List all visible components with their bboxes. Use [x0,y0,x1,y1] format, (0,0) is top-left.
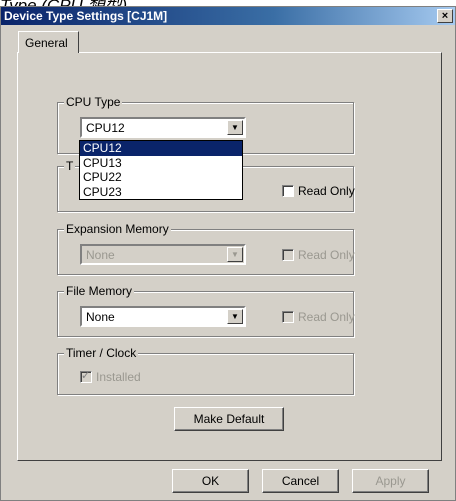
file-memory-group: File Memory None ▼ Read Only [57,284,355,337]
file-memory-value: None [86,310,115,324]
file-memory-legend: File Memory [64,284,135,298]
tab-general-label: General [25,36,68,50]
file-read-only-label: Read Only [298,310,355,324]
cancel-button[interactable]: Cancel [262,469,339,493]
program-memory-legend: T [64,159,76,173]
expansion-memory-value: None [86,248,115,262]
expansion-read-only-checkbox[interactable] [282,249,294,261]
file-read-only-checkbox[interactable] [282,311,294,323]
file-memory-select[interactable]: None ▼ [80,306,246,327]
cpu-option[interactable]: CPU22 [80,170,242,185]
cpu-type-dropdown-list: CPU12 CPU13 CPU22 CPU23 [79,140,243,200]
apply-button[interactable]: Apply [352,469,429,493]
close-icon: × [441,10,449,22]
expansion-memory-legend: Expansion Memory [64,222,171,236]
close-button[interactable]: × [437,9,453,23]
window-title: Device Type Settings [CJ1M] [4,9,168,23]
chevron-down-icon[interactable]: ▼ [227,120,243,135]
timer-clock-group: Timer / Clock ✓ Installed [57,346,354,395]
cpu-option[interactable]: CPU12 [80,141,242,156]
installed-label: Installed [96,370,141,384]
timer-clock-legend: Timer / Clock [64,346,139,360]
make-default-button[interactable]: Make Default [174,407,284,431]
device-type-settings-dialog: Device Type Settings [CJ1M] × General CP… [0,6,456,501]
check-icon: ✓ [81,370,91,382]
expansion-read-only-label: Read Only [298,248,355,262]
ok-button[interactable]: OK [172,469,249,493]
cpu-type-select[interactable]: CPU12 ▼ [80,117,246,138]
expansion-memory-group: Expansion Memory None ▼ Read Only [57,222,355,275]
cpu-option[interactable]: CPU13 [80,156,242,171]
chevron-down-icon[interactable]: ▼ [227,247,243,262]
tab-general[interactable]: General [18,31,79,53]
chevron-down-icon[interactable]: ▼ [227,309,243,324]
installed-checkbox[interactable]: ✓ [80,370,92,383]
program-read-only-checkbox[interactable] [282,185,294,197]
cpu-type-value: CPU12 [86,121,125,135]
title-bar: Device Type Settings [CJ1M] × [1,7,455,25]
expansion-memory-select[interactable]: None ▼ [80,244,246,265]
cpu-option[interactable]: CPU23 [80,185,242,200]
program-read-only-label: Read Only [298,184,355,198]
cpu-type-legend: CPU Type [64,95,123,109]
